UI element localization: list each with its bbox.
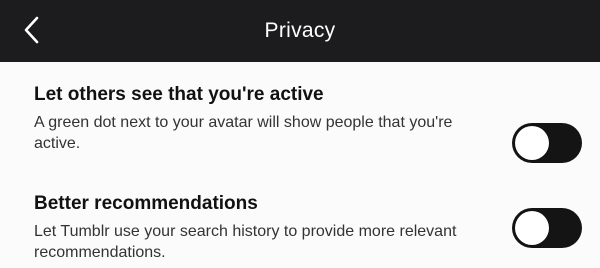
setting-title: Let others see that you're active <box>34 84 324 105</box>
toggle-knob <box>515 126 549 160</box>
recommendations-toggle[interactable] <box>512 208 582 248</box>
privacy-screen: Privacy Let others see that you're activ… <box>0 0 600 268</box>
setting-description: A green dot next to your avatar will sho… <box>34 114 453 152</box>
top-bar: Privacy <box>0 0 600 62</box>
setting-active-status: Let others see that you're active A gree… <box>34 84 574 154</box>
setting-description: Let Tumblr use your search history to pr… <box>34 223 457 261</box>
page-title: Privacy <box>264 19 336 42</box>
active-status-toggle[interactable] <box>512 123 582 163</box>
toggle-knob <box>515 211 549 245</box>
back-button[interactable] <box>12 10 52 50</box>
chevron-left-icon <box>24 16 39 44</box>
setting-title: Better recommendations <box>34 193 258 214</box>
setting-better-recommendations: Better recommendations Let Tumblr use yo… <box>34 193 574 263</box>
